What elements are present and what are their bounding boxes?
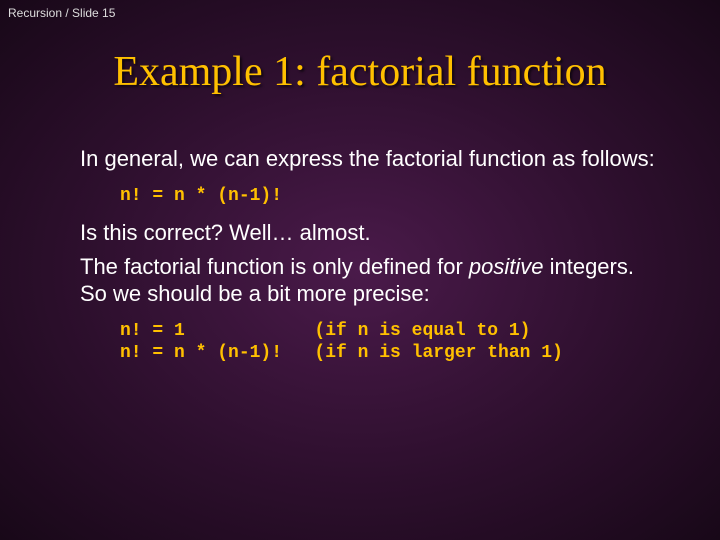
slide-body: In general, we can express the factorial…	[80, 145, 660, 377]
paragraph-intro: In general, we can express the factorial…	[80, 145, 660, 173]
slide: Recursion / Slide 15 Example 1: factoria…	[0, 0, 720, 540]
code-precise-definition: n! = 1 (if n is equal to 1) n! = n * (n-…	[120, 320, 660, 365]
paragraph-question: Is this correct? Well… almost.	[80, 219, 660, 247]
breadcrumb: Recursion / Slide 15	[8, 6, 115, 20]
slide-title: Example 1: factorial function	[0, 48, 720, 96]
paragraph-clarification: The factorial function is only defined f…	[80, 253, 660, 308]
code-naive-definition: n! = n * (n-1)!	[120, 185, 660, 208]
clarification-part-a: The factorial function is only defined f…	[80, 254, 469, 279]
clarification-italic: positive	[469, 254, 544, 279]
